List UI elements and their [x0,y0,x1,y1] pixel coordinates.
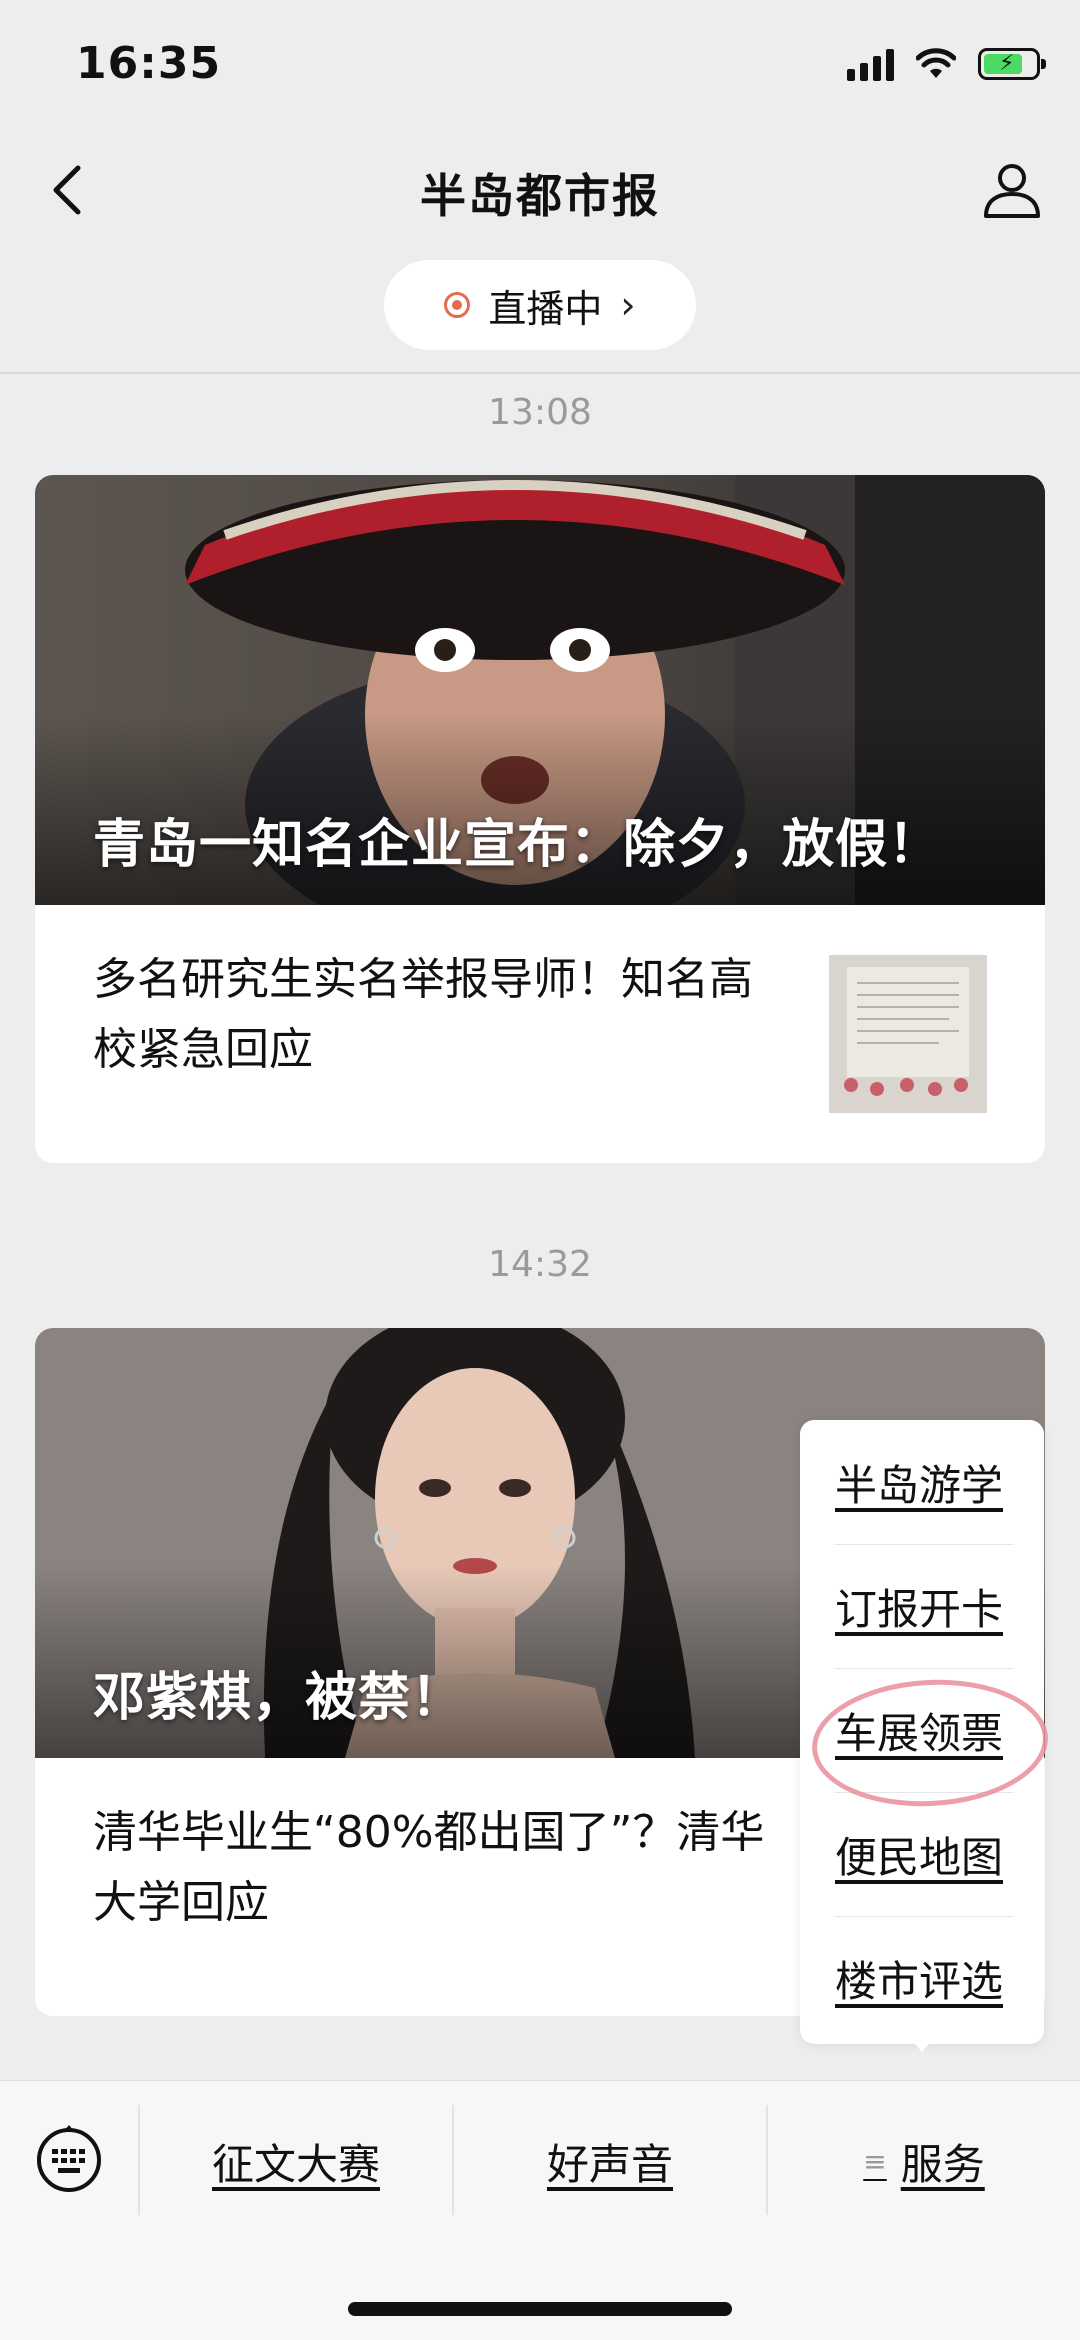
popup-arrow [910,2038,934,2052]
tab-good-voice[interactable]: 好声音 [454,2111,766,2211]
status-time: 16:35 [76,38,222,89]
page-title: 半岛都市报 [420,169,660,223]
live-button[interactable]: 直播中 › [384,260,696,350]
status-bar: 16:35 ⚡ [0,0,1080,130]
menu-item-property-awards[interactable]: 楼市评选 [835,1916,1013,2040]
live-indicator-icon [444,292,471,318]
news-card: 青岛一知名企业宣布：除夕，放假！ 多名研究生实名举报导师！知名高校紧急回应 [35,475,1045,1163]
menu-item-convenience-map[interactable]: 便民地图 [835,1792,1013,1916]
feed-timestamp: 13:08 [488,392,592,433]
menu-item-peninsula-study-tour[interactable]: 半岛游学 [835,1420,1013,1544]
profile-icon[interactable] [980,158,1044,222]
wifi-icon [916,48,956,78]
battery-icon: ⚡ [978,48,1046,80]
hero-title: 邓紫棋，被禁！ [93,1668,465,1728]
tab-essay-contest[interactable]: 征文大赛 [140,2111,452,2211]
menu-lines-icon: ≡ [863,2144,887,2178]
article-title: 多名研究生实名举报导师！知名高校紧急回应 [93,954,753,1075]
tab-services[interactable]: ≡ 服务 [768,2111,1080,2211]
chevron-right-icon: › [620,283,636,327]
article-thumbnail [829,955,987,1113]
tab-services-label: 服务 [900,2139,985,2189]
cellular-signal-icon [847,47,894,81]
hero-title: 青岛一知名企业宣布：除夕，放假！ [93,815,942,875]
status-icons: ⚡ [847,44,1046,84]
list-item[interactable]: 多名研究生实名举报导师！知名高校紧急回应 [35,905,1045,1163]
article-title: 清华毕业生“80%都出国了”？清华大学回应 [93,1807,765,1928]
keyboard-icon[interactable] [34,2123,104,2193]
menu-item-newspaper-subscription[interactable]: 订报开卡 [835,1544,1013,1668]
home-indicator[interactable] [348,2302,732,2316]
navigation-bar: 半岛都市报 [0,130,1080,250]
feed-timestamp: 14:32 [488,1244,592,1285]
header-divider [0,372,1080,374]
hero-article[interactable]: 青岛一知名企业宣布：除夕，放假！ [35,475,1045,905]
bottom-menu-bar: 征文大赛 好声音 ≡ 服务 [0,2080,1080,2340]
live-label: 直播中 [488,286,603,331]
